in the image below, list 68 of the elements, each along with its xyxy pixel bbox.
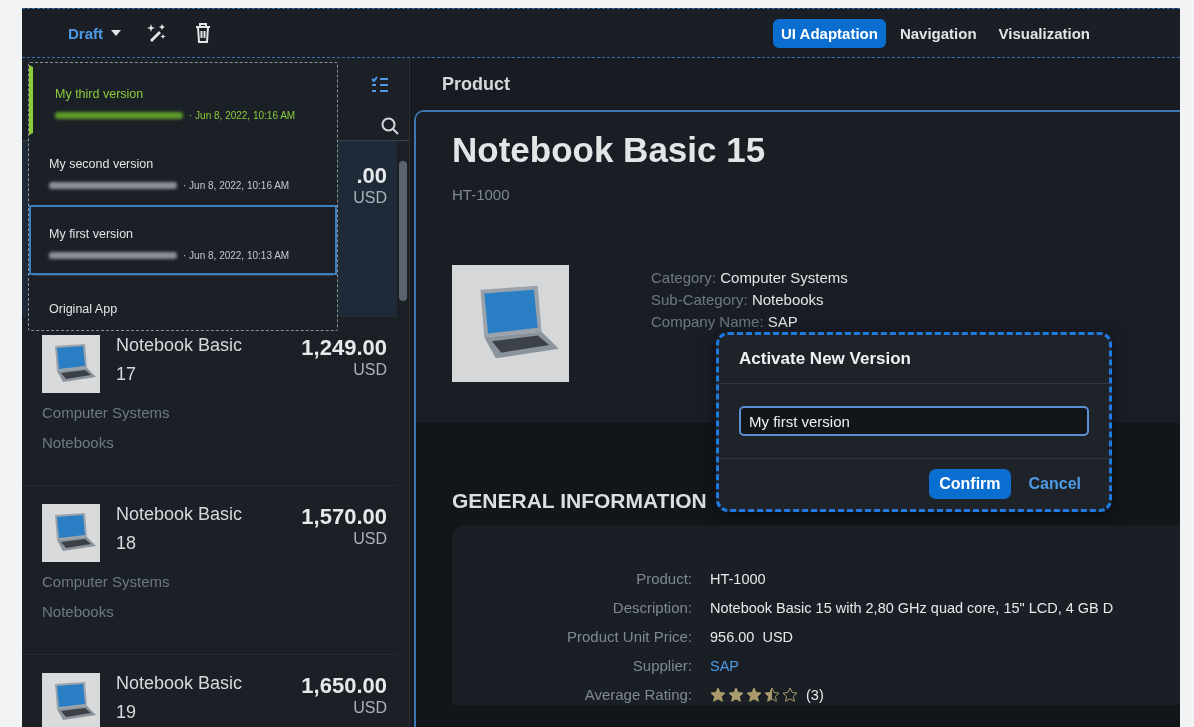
field-label: Product: bbox=[635, 569, 692, 589]
field-label: Product Unit Price: bbox=[565, 627, 692, 647]
field-label: Description: bbox=[611, 598, 692, 618]
product-photo bbox=[42, 673, 100, 727]
confirm-button[interactable]: Confirm bbox=[929, 469, 1011, 499]
product-category: Computer Systems bbox=[42, 572, 171, 592]
star-icon bbox=[728, 687, 744, 703]
version-date: · Jun 8, 2022, 10:16 AM bbox=[189, 110, 296, 121]
caret-icon bbox=[111, 30, 121, 36]
version-title: My second version bbox=[49, 157, 155, 171]
currency-code: USD bbox=[352, 699, 387, 717]
version-title: Original App bbox=[49, 302, 119, 316]
checklist-icon bbox=[371, 76, 389, 94]
magic-wand-icon bbox=[147, 23, 167, 43]
star-icon bbox=[764, 687, 780, 703]
product-title: Notebook Basic 19 bbox=[116, 672, 244, 724]
product-subcategory: Notebooks bbox=[42, 433, 115, 453]
list-item[interactable]: Notebook Basic 18 1,570.00 USD Computer Systems Notebooks bbox=[22, 486, 397, 655]
page-title: Product bbox=[441, 72, 511, 96]
product-title: Notebook Basic 17 bbox=[116, 334, 244, 386]
product-subcategory: Notebooks bbox=[42, 602, 115, 622]
search-icon bbox=[381, 117, 399, 135]
rating-count: (3) bbox=[806, 686, 824, 705]
trash-icon bbox=[195, 23, 211, 43]
tab[interactable]: Navigation bbox=[891, 18, 985, 48]
version-item[interactable]: My second version · Jun 8, 2022, 10:16 AM bbox=[29, 135, 337, 205]
header-attribute: Category: Computer Systems bbox=[651, 268, 848, 288]
product-price: .00 bbox=[355, 163, 387, 189]
dialog-title: Activate New Version bbox=[719, 335, 1109, 384]
header-attribute: Company Name: SAP bbox=[651, 312, 799, 332]
currency-code: USD bbox=[352, 361, 387, 379]
product-photo bbox=[42, 504, 100, 562]
list-item[interactable]: Notebook Basic 19 1,650.00 USD bbox=[22, 655, 397, 727]
product-photo bbox=[42, 335, 100, 393]
tab[interactable]: UI Adaptation bbox=[772, 18, 886, 48]
version-title: My third version bbox=[55, 87, 145, 101]
header-attribute: Sub-Category: Notebooks bbox=[651, 290, 825, 310]
star-icon bbox=[710, 687, 726, 703]
list-settings-button[interactable] bbox=[371, 76, 389, 94]
version-date: · Jun 8, 2022, 10:16 AM bbox=[183, 180, 290, 191]
product-price: 1,570.00 bbox=[301, 504, 387, 530]
search-button[interactable] bbox=[381, 117, 399, 135]
currency-code: USD bbox=[353, 189, 387, 207]
field-value: 956.00 USD bbox=[710, 628, 795, 647]
product-title: Notebook Basic 18 bbox=[116, 503, 244, 555]
version-item[interactable]: My third version · Jun 8, 2022, 10:16 AM bbox=[29, 65, 337, 135]
field-value: HT-1000 bbox=[710, 570, 767, 589]
tab[interactable]: Visualization bbox=[990, 18, 1098, 48]
field-label: Supplier: bbox=[631, 656, 692, 676]
field-label: Average Rating: bbox=[583, 685, 692, 705]
product-price: 1,650.00 bbox=[301, 673, 387, 699]
object-subtitle: HT-1000 bbox=[452, 186, 511, 203]
version-name-field[interactable]: My first version bbox=[739, 406, 1089, 436]
currency-code: USD bbox=[352, 530, 387, 548]
version-date: · Jun 8, 2022, 10:13 AM bbox=[183, 250, 290, 261]
supplier-link[interactable]: SAP bbox=[710, 656, 1180, 676]
star-icon bbox=[782, 687, 798, 703]
section-title: GENERAL INFORMATION bbox=[452, 489, 708, 513]
cancel-button[interactable]: Cancel bbox=[1018, 469, 1091, 499]
product-category: Computer Systems bbox=[42, 403, 171, 423]
object-title: Notebook Basic 15 bbox=[452, 130, 767, 170]
draft-menu-button[interactable]: Draft bbox=[62, 20, 127, 46]
product-price: 1,249.00 bbox=[301, 335, 387, 361]
version-title: My first version bbox=[49, 227, 135, 241]
field-value: Notebook Basic 15 with 2,80 GHz quad core, 15" LCD, 4 GB D bbox=[710, 599, 1115, 618]
version-item[interactable]: My first version · Jun 8, 2022, 10:13 AM bbox=[29, 205, 337, 275]
star-icon bbox=[746, 687, 762, 703]
scrollbar-thumb[interactable] bbox=[399, 161, 407, 301]
